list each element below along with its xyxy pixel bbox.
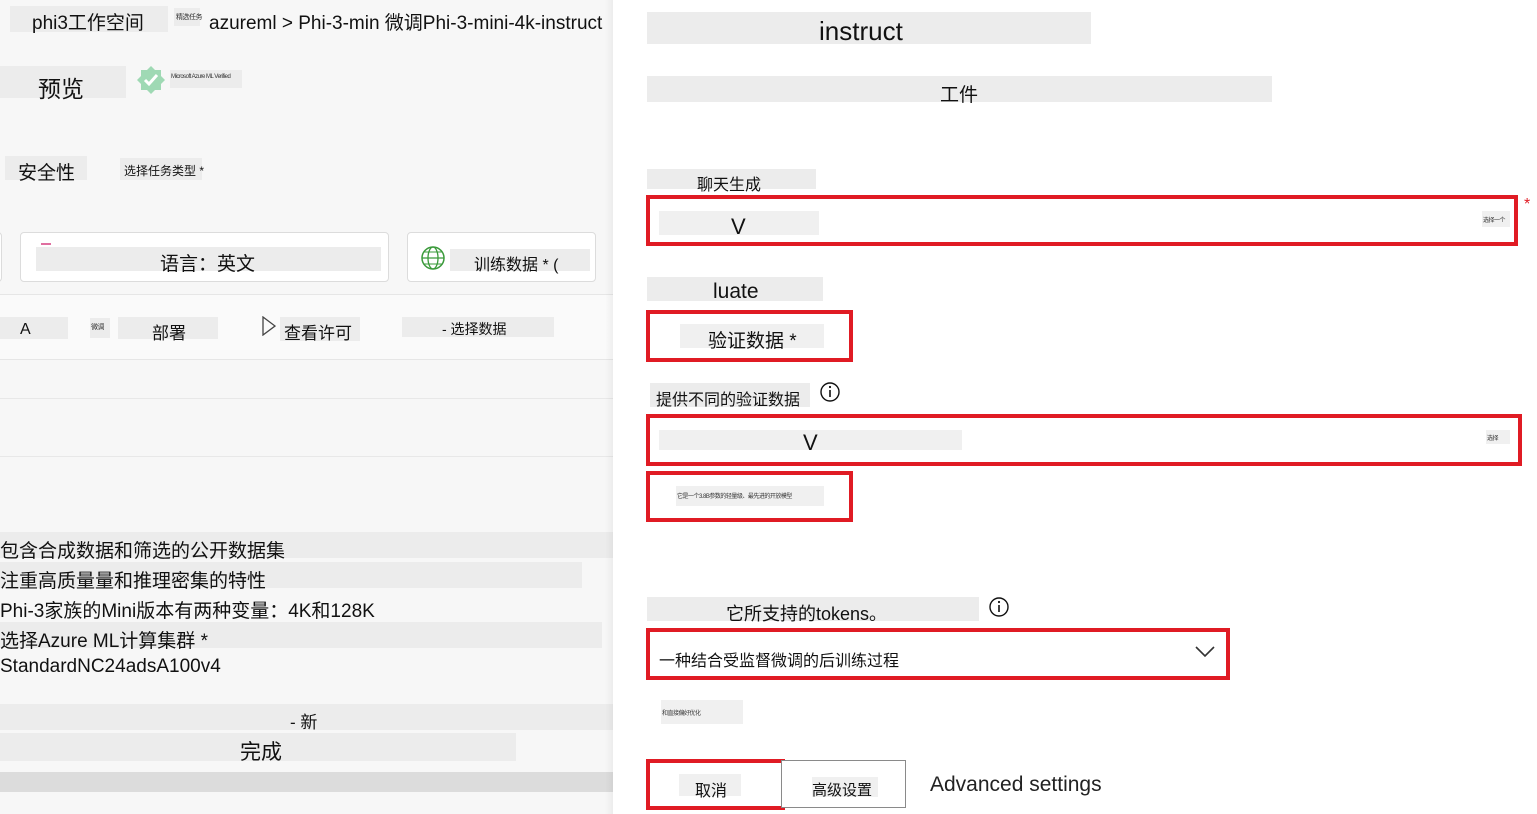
featured-tiny: 精选任务 xyxy=(176,14,203,21)
compute-cluster-label: 选择Azure ML计算集群 * xyxy=(0,631,208,652)
select-1-value[interactable]: V xyxy=(731,214,746,240)
verified-tiny: Microsoft Azure ML Verified xyxy=(171,74,231,80)
globe-icon xyxy=(421,246,445,270)
dpo-tiny: 和直接偏好优化 xyxy=(662,711,701,717)
chevron-down-icon[interactable] xyxy=(1195,646,1215,658)
workspace-name[interactable]: phi3工作空间 xyxy=(32,8,144,35)
hint-tiny: 它是一个3.8B参数的轻量级、最先进的开放模型 xyxy=(677,494,792,500)
panel-title: instruct xyxy=(819,16,903,46)
tab-a[interactable]: A xyxy=(20,321,31,339)
desc-line-2: 注重高质量量和推理密集的特性 xyxy=(0,571,267,592)
validation-data-label: 验证数据 * xyxy=(708,331,797,352)
cancel-button[interactable]: 取消 xyxy=(695,777,727,801)
done-label[interactable]: 完成 xyxy=(240,736,282,766)
verified-badge-icon xyxy=(137,66,165,94)
required-mark: * xyxy=(1524,196,1531,213)
tokens-label: 它所支持的tokens。 xyxy=(726,604,888,624)
select-2-tiny: 选择 xyxy=(1487,436,1499,442)
tab-select-data[interactable]: - 选择数据 xyxy=(442,319,507,339)
info-icon[interactable] xyxy=(820,382,840,402)
preview-label: 预览 xyxy=(38,76,84,102)
horizontal-scrollbar[interactable] xyxy=(0,772,613,792)
play-icon xyxy=(262,316,276,336)
finetune-tab-tiny[interactable]: 微调 xyxy=(91,322,105,332)
select-2-value[interactable]: V xyxy=(803,430,818,456)
select-1-tiny: 选择一个 xyxy=(1483,218,1506,224)
tab-view-license[interactable]: 查看许可 xyxy=(284,319,352,344)
language-card[interactable]: 语言：英文 xyxy=(20,232,389,282)
tokens-info-icon[interactable] xyxy=(989,597,1009,617)
panel-subtitle: 工件 xyxy=(940,85,979,106)
safety-tab[interactable]: 安全性 xyxy=(18,158,75,185)
training-method-dropdown[interactable]: 一种结合受监督微调的后训练过程 xyxy=(659,647,899,671)
provide-validation-label[interactable]: 提供不同的验证数据 xyxy=(656,386,800,410)
training-data-card[interactable]: 训练数据 * ( xyxy=(407,232,596,282)
advanced-settings-button[interactable]: 高级设置 xyxy=(781,760,906,808)
advanced-settings-link[interactable]: Advanced settings xyxy=(930,773,1102,797)
breadcrumb[interactable]: azureml > Phi-3-min 微调Phi-3-mini-4k-inst… xyxy=(209,8,602,35)
new-label[interactable]: - 新 xyxy=(290,708,317,733)
finetune-panel: instruct 工件 聊天生成 V 选择一个 * luate 验证数据 * 提… xyxy=(613,0,1537,814)
training-data-label: 训练数据 * ( xyxy=(474,257,559,274)
desc-line-1: 包含合成数据和筛选的公开数据集 xyxy=(0,541,286,562)
evaluate-label: luate xyxy=(713,280,759,303)
task-type-label: 选择任务类型 * xyxy=(124,164,205,178)
left-panel: phi3工作空间 精选任务 azureml > Phi-3-min 微调Phi-… xyxy=(0,0,613,814)
tab-deploy[interactable]: 部署 xyxy=(152,319,186,344)
desc-line-3: Phi-3家族的Mini版本有两种变量：4K和128K xyxy=(0,601,375,622)
language-label: 语言：英文 xyxy=(160,254,256,275)
compute-cluster-value[interactable]: StandardNC24adsA100v4 xyxy=(0,656,221,678)
advanced-settings-button-label: 高级设置 xyxy=(812,782,873,799)
chat-completion-label: 聊天生成 xyxy=(697,177,762,194)
